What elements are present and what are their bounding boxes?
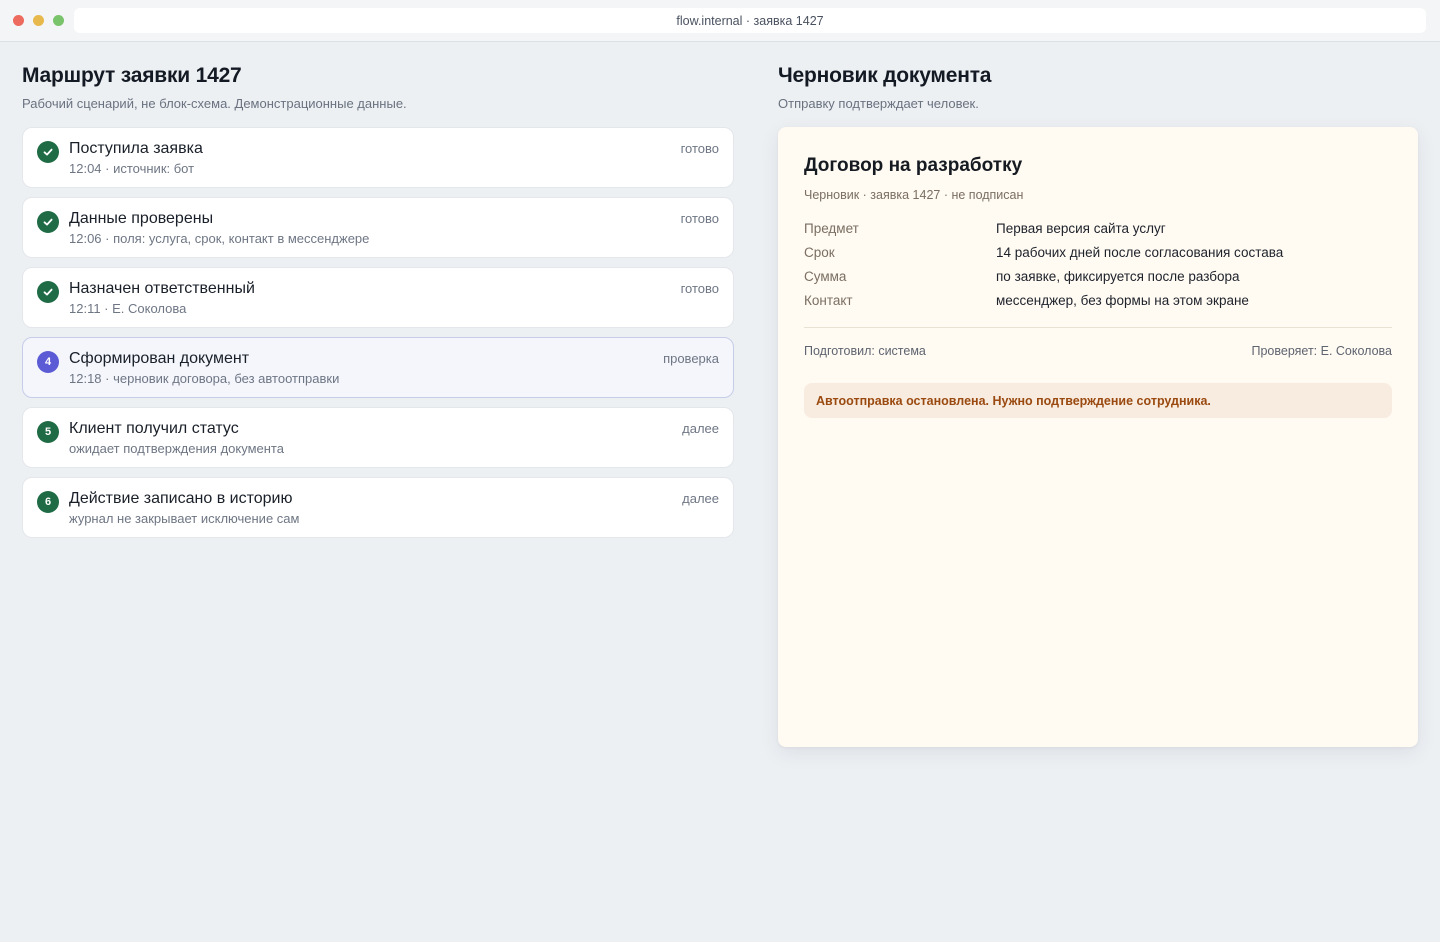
step-meta: журнал не закрывает исключение сам xyxy=(69,511,300,526)
step-status: проверка xyxy=(663,351,719,366)
step-title: Действие записано в историю xyxy=(69,490,293,507)
field-label: Срок xyxy=(804,245,835,260)
document-card: Договор на разработку Черновик · заявка … xyxy=(778,127,1418,747)
step-title: Назначен ответственный xyxy=(69,280,255,297)
close-window-button[interactable] xyxy=(13,15,24,26)
autosend-warning-banner: Автоотправка остановлена. Нужно подтверж… xyxy=(804,383,1392,418)
field-value: по заявке, фиксируется после разбора xyxy=(996,269,1240,284)
document-field-contact: Контакт мессенджер, без формы на этом эк… xyxy=(804,293,1392,317)
draft-title: Черновик документа xyxy=(778,64,992,87)
address-bar-url: flow.internal · заявка 1427 xyxy=(676,13,824,28)
step-meta: 12:06 · поля: услуга, срок, контакт в ме… xyxy=(69,231,370,246)
route-steps: Поступила заявка 12:04 · источник: бот г… xyxy=(22,127,734,538)
minimize-window-button[interactable] xyxy=(33,15,44,26)
autosend-warning-text: Автоотправка остановлена. Нужно подтверж… xyxy=(816,393,1211,408)
step-number-badge: 4 xyxy=(37,351,59,373)
step-meta: 12:04 · источник: бот xyxy=(69,161,195,176)
document-title: Договор на разработку xyxy=(804,155,1023,176)
route-step-history[interactable]: 6 Действие записано в историю журнал не … xyxy=(22,477,734,538)
step-title: Сформирован документ xyxy=(69,350,250,367)
field-label: Предмет xyxy=(804,221,859,236)
field-label: Сумма xyxy=(804,269,847,284)
field-value: мессенджер, без формы на этом экране xyxy=(996,293,1249,308)
step-status: готово xyxy=(680,211,719,226)
step-number-badge: 6 xyxy=(37,491,59,513)
document-subtitle: Черновик · заявка 1427 · не подписан xyxy=(804,188,1024,202)
step-done-check-icon xyxy=(37,141,59,163)
browser-chrome: flow.internal · заявка 1427 xyxy=(0,0,1440,42)
document-reviewed-by: Проверяет: Е. Соколова xyxy=(1251,344,1392,358)
field-value: 14 рабочих дней после согласования соста… xyxy=(996,245,1284,260)
field-label: Контакт xyxy=(804,293,853,308)
route-panel: Маршрут заявки 1427 Рабочий сценарий, не… xyxy=(22,64,734,538)
document-fields: Предмет Первая версия сайта услуг Срок 1… xyxy=(804,221,1392,317)
step-status: готово xyxy=(680,281,719,296)
draft-panel: Черновик документа Отправку подтверждает… xyxy=(778,64,1418,747)
step-meta: 12:18 · черновик договора, без автоотпра… xyxy=(69,371,340,386)
field-value: Первая версия сайта услуг xyxy=(996,221,1166,236)
document-field-amount: Сумма по заявке, фиксируется после разбо… xyxy=(804,269,1392,293)
step-number-badge: 5 xyxy=(37,421,59,443)
step-status: готово xyxy=(680,141,719,156)
step-title: Клиент получил статус xyxy=(69,420,239,437)
step-meta: ожидает подтверждения документа xyxy=(69,441,284,456)
route-step-received[interactable]: Поступила заявка 12:04 · источник: бот г… xyxy=(22,127,734,188)
step-status: далее xyxy=(682,421,719,436)
document-field-subject: Предмет Первая версия сайта услуг xyxy=(804,221,1392,245)
maximize-window-button[interactable] xyxy=(53,15,64,26)
route-step-client-status[interactable]: 5 Клиент получил статус ожидает подтверж… xyxy=(22,407,734,468)
step-title: Данные проверены xyxy=(69,210,214,227)
route-step-assigned[interactable]: Назначен ответственный 12:11 · Е. Соколо… xyxy=(22,267,734,328)
step-done-check-icon xyxy=(37,281,59,303)
route-step-verified[interactable]: Данные проверены 12:06 · поля: услуга, с… xyxy=(22,197,734,258)
document-divider xyxy=(804,327,1392,328)
route-subtitle: Рабочий сценарий, не блок-схема. Демонст… xyxy=(22,96,407,111)
address-bar[interactable]: flow.internal · заявка 1427 xyxy=(74,8,1426,33)
route-title: Маршрут заявки 1427 xyxy=(22,64,242,87)
step-meta: 12:11 · Е. Соколова xyxy=(69,301,187,316)
document-prepared-by: Подготовил: система xyxy=(804,344,926,358)
document-field-term: Срок 14 рабочих дней после согласования … xyxy=(804,245,1392,269)
draft-subtitle: Отправку подтверждает человек. xyxy=(778,96,979,111)
route-step-document[interactable]: 4 Сформирован документ 12:18 · черновик … xyxy=(22,337,734,398)
step-title: Поступила заявка xyxy=(69,140,203,157)
step-done-check-icon xyxy=(37,211,59,233)
step-status: далее xyxy=(682,491,719,506)
